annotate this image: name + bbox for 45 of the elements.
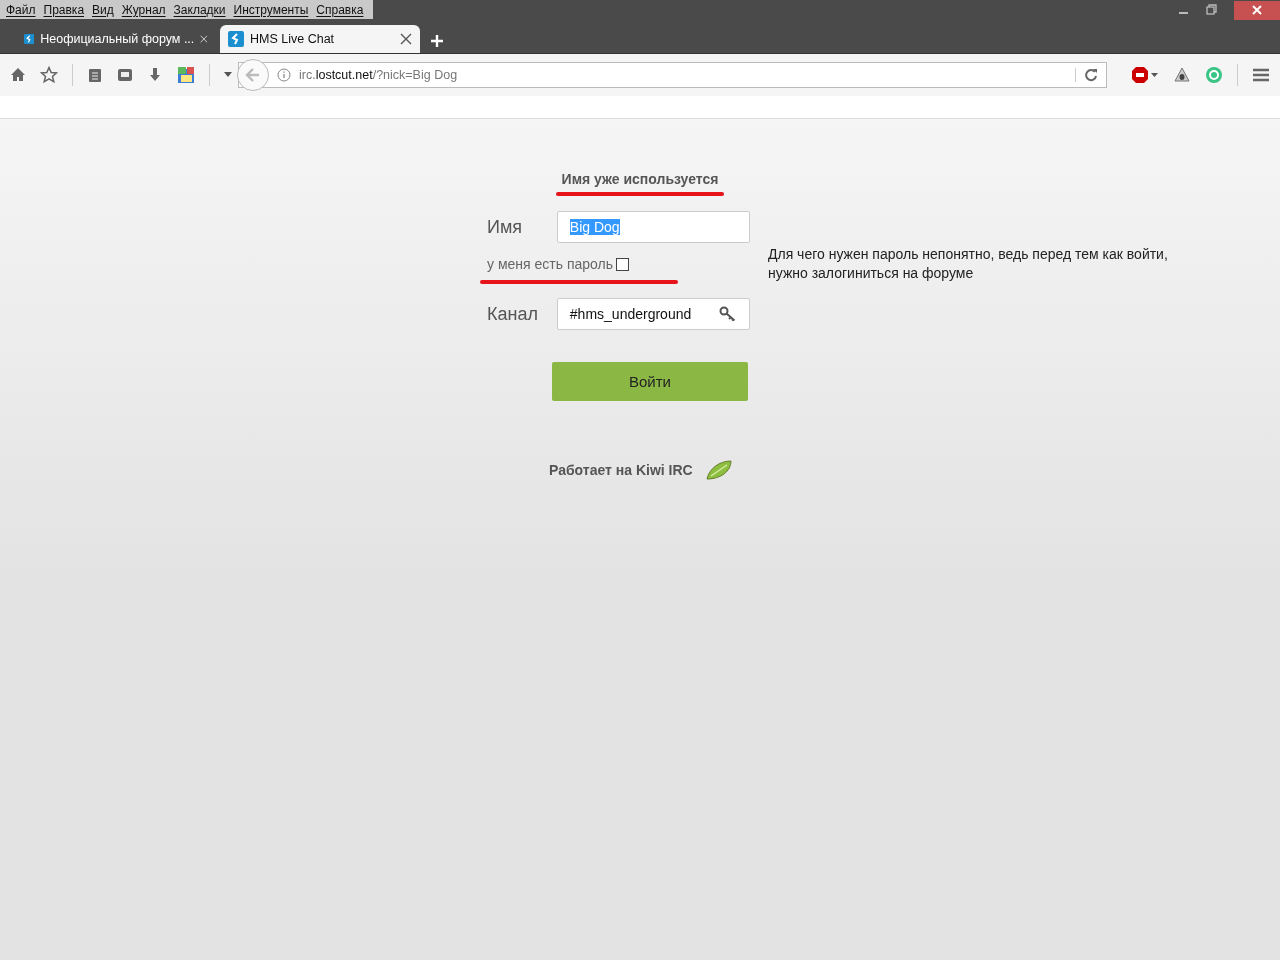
browser-tab[interactable]: Неофициальный форум ... xyxy=(16,25,216,53)
login-button[interactable]: Войти xyxy=(552,362,748,401)
extension-icon[interactable] xyxy=(1173,66,1191,84)
new-tab-icon[interactable] xyxy=(430,33,444,48)
reader-icon[interactable] xyxy=(117,67,133,83)
clipboard-icon[interactable] xyxy=(87,67,103,83)
menu-icon[interactable] xyxy=(1252,67,1270,83)
checkbox[interactable] xyxy=(616,257,629,271)
checkbox-label: у меня есть пароль xyxy=(487,256,613,272)
star-icon[interactable] xyxy=(40,66,58,84)
error-message: Имя уже используется xyxy=(561,171,719,187)
kiwi-icon xyxy=(704,459,733,481)
menu-item[interactable]: Журнал xyxy=(119,2,172,17)
input-field[interactable]: #hms_underground xyxy=(556,298,750,330)
field-label: Имя xyxy=(486,216,524,238)
dropdown-icon[interactable] xyxy=(224,72,232,78)
close-icon xyxy=(1251,4,1263,16)
menu-item[interactable]: Файл xyxy=(4,2,42,17)
tab-title: HMS Live Chat xyxy=(250,32,336,46)
url-text: irc.lostcut.net/?nick=Big Dog xyxy=(299,68,459,82)
info-icon[interactable] xyxy=(277,68,291,82)
menu-item[interactable]: Инструменты xyxy=(231,2,315,17)
browser-tab[interactable]: HMS Live Chat xyxy=(220,25,420,53)
address-bar[interactable]: irc.lostcut.net/?nick=Big Dog xyxy=(238,62,1107,88)
site-icon xyxy=(228,31,244,47)
powered-by-text: Работает на Kiwi IRC xyxy=(549,462,693,478)
download-icon[interactable] xyxy=(147,67,163,83)
restore-icon[interactable] xyxy=(1206,4,1218,16)
close-button[interactable] xyxy=(1234,0,1280,20)
close-icon[interactable] xyxy=(200,33,208,45)
menu-item[interactable]: Справка xyxy=(314,2,370,17)
note-text: Для чего нужен пароль непонятно, ведь перед тем как войти, нужно залогиниться на форуме xyxy=(768,245,1169,283)
adblock-icon[interactable] xyxy=(1131,66,1159,84)
home-icon[interactable] xyxy=(10,67,26,83)
field-label: Канал xyxy=(486,303,539,325)
menu-item[interactable]: Правка xyxy=(41,2,91,17)
back-arrow-icon xyxy=(245,67,261,83)
reload-icon[interactable] xyxy=(1075,68,1098,82)
close-icon[interactable] xyxy=(400,33,412,45)
site-icon xyxy=(24,31,35,47)
tab-title: Неофициальный форум ... xyxy=(40,32,195,46)
menu-item[interactable]: Закладки xyxy=(171,2,232,17)
key-icon xyxy=(719,306,737,322)
menu-item[interactable]: Вид xyxy=(90,2,120,17)
extension-icon[interactable] xyxy=(177,66,195,84)
